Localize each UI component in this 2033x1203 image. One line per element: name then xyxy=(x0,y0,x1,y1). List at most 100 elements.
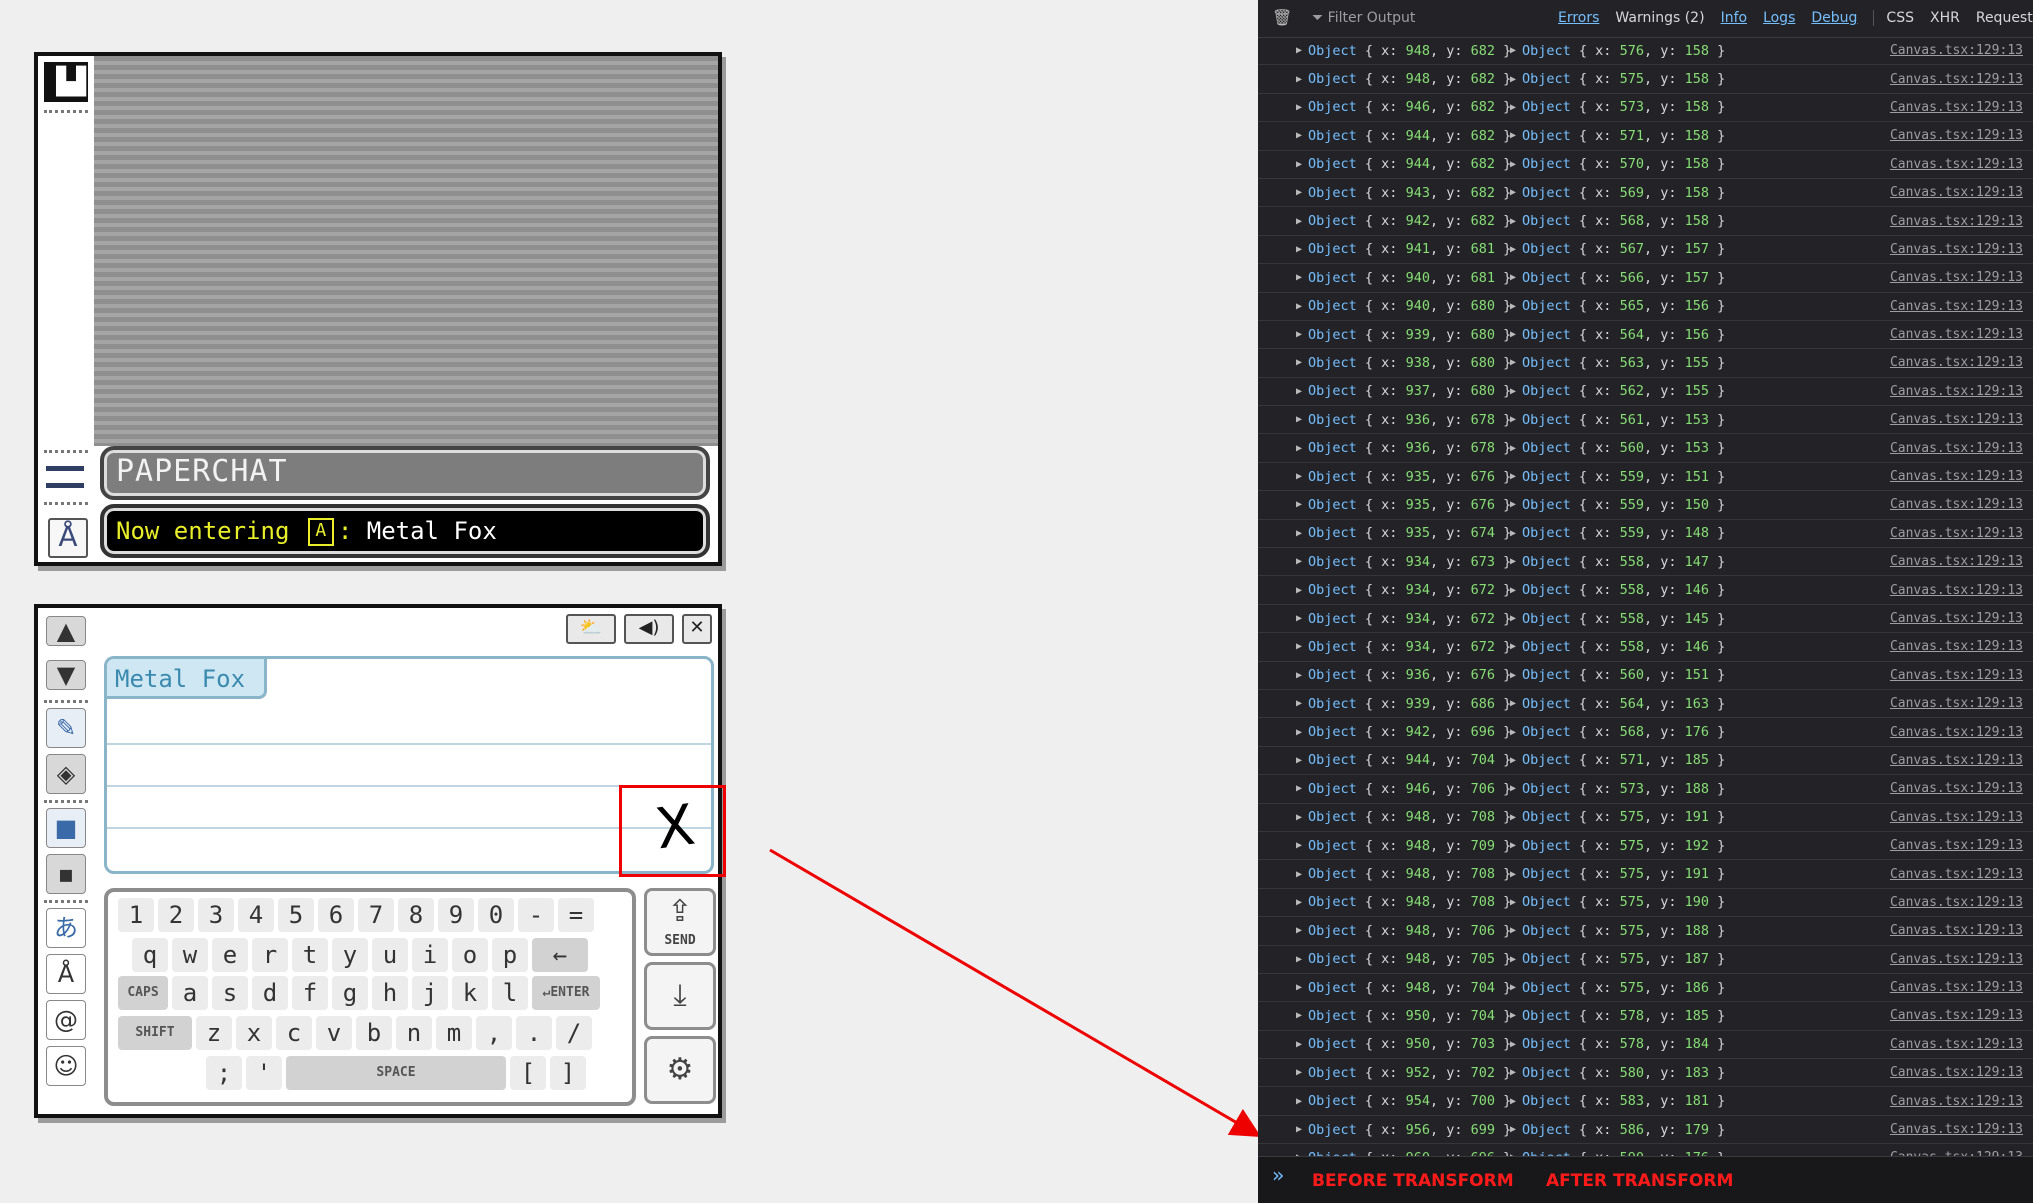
close-icon[interactable]: ✕ xyxy=(682,614,712,644)
source-link[interactable]: Canvas.tsx:129:13 xyxy=(1890,952,2023,967)
after-object[interactable]: Object { x: 575, y: 158 } xyxy=(1522,71,1725,87)
after-object[interactable]: Object { x: 583, y: 181 } xyxy=(1522,1093,1725,1109)
expand-icon[interactable]: ▶ xyxy=(1296,1067,1302,1078)
before-object[interactable]: Object { x: 938, y: 680 } xyxy=(1308,355,1511,371)
log-row[interactable]: ▶ Object { x: 950, y: 704 } ▶ Object { x: 5… xyxy=(1258,1002,2033,1031)
after-object[interactable]: Object { x: 569, y: 158 } xyxy=(1522,185,1725,201)
expand-icon[interactable]: ▶ xyxy=(1296,329,1302,340)
log-row[interactable]: ▶ Object { x: 935, y: 676 } ▶ Object { x: 5… xyxy=(1258,491,2033,520)
source-link[interactable]: Canvas.tsx:129:13 xyxy=(1890,497,2023,512)
before-object[interactable]: Object { x: 950, y: 703 } xyxy=(1308,1036,1511,1052)
before-object[interactable]: Object { x: 935, y: 676 } xyxy=(1308,497,1511,513)
key[interactable]: t xyxy=(292,938,328,972)
before-object[interactable]: Object { x: 952, y: 702 } xyxy=(1308,1065,1511,1081)
log-row[interactable]: ▶ Object { x: 948, y: 705 } ▶ Object { x: 5… xyxy=(1258,946,2033,974)
expand-icon[interactable]: ▶ xyxy=(1296,641,1302,652)
expand-icon[interactable]: ▶ xyxy=(1510,812,1516,823)
key[interactable]: ] xyxy=(550,1056,586,1090)
send-button[interactable]: ⇪ SEND xyxy=(644,888,716,956)
key[interactable]: ← xyxy=(532,938,588,972)
before-object[interactable]: Object { x: 946, y: 682 } xyxy=(1308,99,1511,115)
after-object[interactable]: Object { x: 560, y: 153 } xyxy=(1522,440,1725,456)
log-row[interactable]: ▶ Object { x: 941, y: 681 } ▶ Object { x: 5… xyxy=(1258,236,2033,265)
key[interactable]: d xyxy=(252,976,288,1010)
expand-icon[interactable]: ▶ xyxy=(1510,755,1516,766)
expand-icon[interactable]: ▶ xyxy=(1510,130,1516,141)
expand-icon[interactable]: ▶ xyxy=(1510,1096,1516,1107)
key[interactable]: f xyxy=(292,976,328,1010)
log-row[interactable]: ▶ Object { x: 935, y: 674 } ▶ Object { x: 5… xyxy=(1258,520,2033,549)
key[interactable]: i xyxy=(412,938,448,972)
source-link[interactable]: Canvas.tsx:129:13 xyxy=(1890,214,2023,229)
source-link[interactable]: Canvas.tsx:129:13 xyxy=(1890,611,2023,626)
before-object[interactable]: Object { x: 934, y: 673 } xyxy=(1308,554,1511,570)
after-object[interactable]: Object { x: 570, y: 158 } xyxy=(1522,156,1725,172)
before-object[interactable]: Object { x: 940, y: 680 } xyxy=(1308,298,1511,314)
expand-icon[interactable]: ▶ xyxy=(1510,982,1516,993)
before-object[interactable]: Object { x: 939, y: 680 } xyxy=(1308,327,1511,343)
before-object[interactable]: Object { x: 936, y: 678 } xyxy=(1308,440,1511,456)
before-object[interactable]: Object { x: 948, y: 708 } xyxy=(1308,894,1511,910)
before-object[interactable]: Object { x: 942, y: 682 } xyxy=(1308,213,1511,229)
source-link[interactable]: Canvas.tsx:129:13 xyxy=(1890,867,2023,882)
expand-icon[interactable]: ▶ xyxy=(1296,130,1302,141)
console-tab[interactable]: Errors xyxy=(1558,10,1599,26)
after-object[interactable]: Object { x: 575, y: 187 } xyxy=(1522,951,1725,967)
expand-icon[interactable]: ▶ xyxy=(1296,357,1302,368)
after-object[interactable]: Object { x: 558, y: 146 } xyxy=(1522,639,1725,655)
log-row[interactable]: ▶ Object { x: 946, y: 682 } ▶ Object { x: 5… xyxy=(1258,94,2033,123)
expand-icon[interactable]: ▶ xyxy=(1510,244,1516,255)
expand-icon[interactable]: ▶ xyxy=(1510,159,1516,170)
key[interactable]: n xyxy=(396,1016,432,1050)
expand-icon[interactable]: ▶ xyxy=(1510,556,1516,567)
expand-icon[interactable]: ▶ xyxy=(1296,499,1302,510)
expand-icon[interactable]: ▶ xyxy=(1510,386,1516,397)
before-object[interactable]: Object { x: 948, y: 709 } xyxy=(1308,838,1511,854)
after-object[interactable]: Object { x: 564, y: 163 } xyxy=(1522,696,1725,712)
expand-icon[interactable]: ▶ xyxy=(1296,727,1302,738)
expand-icon[interactable]: ▶ xyxy=(1510,414,1516,425)
expand-icon[interactable]: ▶ xyxy=(1296,840,1302,851)
expand-icon[interactable]: ▶ xyxy=(1296,1096,1302,1107)
key[interactable]: o xyxy=(452,938,488,972)
source-link[interactable]: Canvas.tsx:129:13 xyxy=(1890,441,2023,456)
key[interactable]: 9 xyxy=(438,898,474,932)
expand-icon[interactable]: ▶ xyxy=(1510,216,1516,227)
after-object[interactable]: Object { x: 575, y: 190 } xyxy=(1522,894,1725,910)
expand-icon[interactable]: ▶ xyxy=(1510,585,1516,596)
log-row[interactable]: ▶ Object { x: 948, y: 708 } ▶ Object { x: 5… xyxy=(1258,860,2033,889)
expand-icon[interactable]: ▶ xyxy=(1510,670,1516,681)
receive-button[interactable]: ⤓ xyxy=(644,962,716,1030)
mode-a-icon[interactable]: Å xyxy=(48,518,88,558)
expand-icon[interactable]: ▶ xyxy=(1296,812,1302,823)
before-object[interactable]: Object { x: 948, y: 704 } xyxy=(1308,980,1511,996)
source-link[interactable]: Canvas.tsx:129:13 xyxy=(1890,1037,2023,1052)
console-tab[interactable]: Debug xyxy=(1811,10,1857,26)
key[interactable]: b xyxy=(356,1016,392,1050)
after-object[interactable]: Object { x: 561, y: 153 } xyxy=(1522,412,1725,428)
before-object[interactable]: Object { x: 948, y: 682 } xyxy=(1308,43,1511,59)
before-object[interactable]: Object { x: 937, y: 680 } xyxy=(1308,383,1511,399)
after-object[interactable]: Object { x: 575, y: 191 } xyxy=(1522,866,1725,882)
log-row[interactable]: ▶ Object { x: 948, y: 706 } ▶ Object { x: 5… xyxy=(1258,917,2033,946)
expand-icon[interactable]: ▶ xyxy=(1296,74,1302,85)
console-tab[interactable]: CSS xyxy=(1873,10,1914,26)
key[interactable]: 3 xyxy=(198,898,234,932)
expand-icon[interactable]: ▶ xyxy=(1510,1067,1516,1078)
filter-input[interactable]: ⏷ Filter Output xyxy=(1312,10,1415,26)
key[interactable]: s xyxy=(212,976,248,1010)
key[interactable]: 6 xyxy=(318,898,354,932)
expand-icon[interactable]: ▶ xyxy=(1510,45,1516,56)
console-tab[interactable]: Info xyxy=(1721,10,1748,26)
speaker-icon[interactable]: ◀) xyxy=(624,614,674,644)
before-object[interactable]: Object { x: 934, y: 672 } xyxy=(1308,639,1511,655)
source-link[interactable]: Canvas.tsx:129:13 xyxy=(1890,355,2023,370)
key[interactable]: 1 xyxy=(118,898,154,932)
source-link[interactable]: Canvas.tsx:129:13 xyxy=(1890,554,2023,569)
source-link[interactable]: Canvas.tsx:129:13 xyxy=(1890,725,2023,740)
expand-icon[interactable]: ▶ xyxy=(1296,670,1302,681)
source-link[interactable]: Canvas.tsx:129:13 xyxy=(1890,668,2023,683)
log-row[interactable]: ▶ Object { x: 952, y: 702 } ▶ Object { x: 5… xyxy=(1258,1059,2033,1088)
key[interactable]: [ xyxy=(510,1056,546,1090)
log-row[interactable]: ▶ Object { x: 942, y: 682 } ▶ Object { x: 5… xyxy=(1258,207,2033,236)
